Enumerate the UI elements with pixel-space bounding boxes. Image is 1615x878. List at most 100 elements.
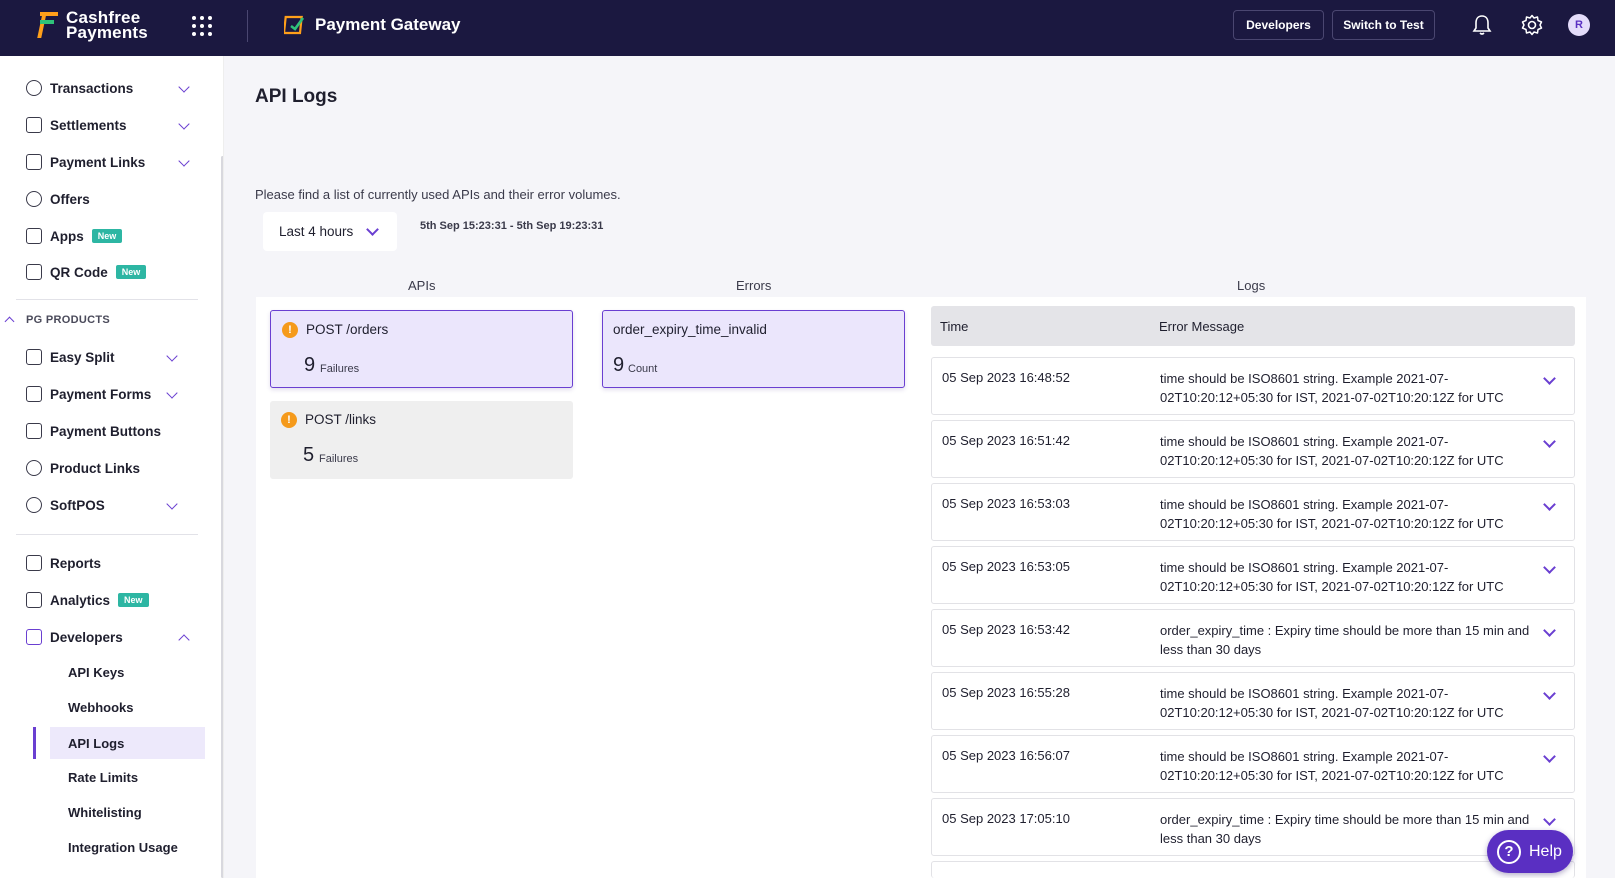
avatar[interactable]: R — [1568, 14, 1590, 36]
log-message: time should be ISO8601 string. Example 2… — [1160, 434, 1504, 468]
sidebar-subitem-integration-usage[interactable]: Integration Usage — [68, 833, 178, 861]
payment-buttons-icon — [26, 423, 42, 439]
sidebar-subitem-api-logs[interactable]: API Logs — [68, 729, 124, 757]
sidebar-item-offers[interactable]: Offers — [26, 185, 90, 213]
sidebar-item-reports[interactable]: Reports — [26, 549, 101, 577]
error-card-order-expiry-time-invalid[interactable]: order_expiry_time_invalid 9 Count — [602, 310, 905, 388]
chevron-down-icon[interactable] — [178, 81, 190, 93]
cashfree-logo-icon — [36, 10, 60, 40]
offers-icon — [26, 191, 42, 207]
easy-split-icon — [26, 349, 42, 365]
sidebar-item-transactions[interactable]: Transactions — [26, 74, 133, 102]
analytics-icon — [26, 592, 42, 608]
chevron-down-icon[interactable] — [178, 155, 190, 167]
payment-links-icon — [26, 154, 42, 170]
sidebar-item-softpos[interactable]: SoftPOS — [26, 491, 105, 519]
brand-line-2: Payments — [66, 23, 148, 42]
chevron-down-icon[interactable] — [166, 387, 178, 399]
log-message: order_expiry_time : Expiry time should b… — [1160, 812, 1530, 846]
developers-button[interactable]: Developers — [1233, 10, 1324, 40]
apps-grid-icon[interactable] — [192, 16, 212, 36]
switch-to-test-button[interactable]: Switch to Test — [1332, 10, 1435, 40]
sidebar-item-payment-buttons[interactable]: Payment Buttons — [26, 417, 161, 445]
chevron-down-icon[interactable] — [166, 350, 178, 362]
sidebar-subitem-rate-limits[interactable]: Rate Limits — [68, 763, 138, 791]
chevron-down-icon[interactable] — [1543, 372, 1556, 385]
chevron-down-icon[interactable] — [1543, 624, 1556, 637]
error-count: 9 — [613, 354, 625, 376]
gear-icon[interactable] — [1521, 14, 1543, 36]
sidebar-subitem-webhooks[interactable]: Webhooks — [68, 693, 134, 721]
page-title: API Logs — [255, 86, 338, 107]
log-row[interactable]: 05 Sep 2023 16:51:42 time should be ISO8… — [931, 420, 1575, 478]
sidebar-item-payment-forms[interactable]: Payment Forms — [26, 380, 151, 408]
warning-icon: ! — [282, 322, 298, 338]
product-switcher[interactable]: Payment Gateway — [284, 14, 461, 36]
reports-icon — [26, 555, 42, 571]
chevron-down-icon[interactable] — [1543, 687, 1556, 700]
log-row[interactable]: 05 Sep 2023 16:48:52 time should be ISO8… — [931, 357, 1575, 415]
sidebar-item-qr-code[interactable]: QR Code New — [26, 258, 147, 286]
sidebar-subitem-whitelisting[interactable]: Whitelisting — [68, 798, 142, 826]
log-row[interactable] — [931, 861, 1575, 878]
chevron-down-icon[interactable] — [1543, 435, 1556, 448]
sidebar-item-payment-links[interactable]: Payment Links — [26, 148, 145, 176]
help-icon: ? — [1497, 839, 1521, 864]
sidebar-item-easy-split[interactable]: Easy Split — [26, 343, 115, 371]
softpos-icon — [26, 497, 42, 513]
api-card-post-orders[interactable]: ! POST /orders 9 Failures — [270, 310, 573, 388]
chevron-down-icon[interactable] — [1543, 561, 1556, 574]
log-message: time should be ISO8601 string. Example 2… — [1160, 749, 1504, 783]
chevron-down-icon[interactable] — [166, 498, 178, 510]
cashfree-logo[interactable]: Cashfree Payments — [36, 9, 148, 42]
sidebar-item-label: Reports — [50, 555, 102, 571]
log-row[interactable]: 05 Sep 2023 16:56:07 time should be ISO8… — [931, 735, 1575, 793]
sidebar-item-label: Developers — [50, 629, 123, 645]
sidebar-item-analytics[interactable]: Analytics New — [26, 586, 149, 614]
log-time: 05 Sep 2023 16:55:28 — [942, 685, 1070, 700]
log-row[interactable]: 05 Sep 2023 17:05:10 order_expiry_time :… — [931, 798, 1575, 856]
sidebar-item-label: Offers — [50, 191, 90, 207]
log-row[interactable]: 05 Sep 2023 16:53:42 order_expiry_time :… — [931, 609, 1575, 667]
failure-unit: Failures — [319, 453, 359, 465]
logs-table-header: Time Error Message — [931, 306, 1575, 346]
sidebar-divider — [16, 534, 198, 535]
chevron-down-icon[interactable] — [178, 118, 190, 130]
sidebar-item-product-links[interactable]: Product Links — [26, 454, 140, 482]
section-heading-pg-products[interactable]: PG PRODUCTS — [26, 314, 110, 326]
sidebar-item-label: Easy Split — [50, 349, 115, 365]
failure-unit: Failures — [320, 363, 360, 375]
page-description: Please find a list of currently used API… — [255, 187, 621, 202]
api-card-post-links[interactable]: ! POST /links 5 Failures — [270, 401, 573, 479]
product-title: Payment Gateway — [315, 15, 461, 34]
chevron-down-icon[interactable] — [1543, 813, 1556, 826]
chevron-down-icon[interactable] — [1543, 750, 1556, 763]
help-label: Help — [1529, 842, 1562, 860]
logs-column-header: Logs — [1237, 278, 1266, 293]
chevron-down-icon[interactable] — [1543, 498, 1556, 511]
log-message: time should be ISO8601 string. Example 2… — [1160, 686, 1504, 720]
chevron-up-icon[interactable] — [178, 634, 190, 646]
help-button[interactable]: ? Help — [1487, 830, 1573, 873]
log-row[interactable]: 05 Sep 2023 16:53:03 time should be ISO8… — [931, 483, 1575, 541]
sidebar-item-label: Payment Links — [50, 154, 146, 170]
log-row[interactable]: 05 Sep 2023 16:55:28 time should be ISO8… — [931, 672, 1575, 730]
sidebar-item-settlements[interactable]: Settlements — [26, 111, 127, 139]
log-time: 05 Sep 2023 17:05:10 — [942, 811, 1070, 826]
time-range-select[interactable]: Last 4 hours — [263, 212, 397, 251]
log-row[interactable]: 05 Sep 2023 16:53:05 time should be ISO8… — [931, 546, 1575, 604]
sidebar-item-apps[interactable]: Apps New — [26, 222, 123, 250]
sidebar-item-label: Analytics — [50, 592, 111, 608]
chevron-up-icon[interactable] — [4, 316, 15, 327]
sidebar-item-label: SoftPOS — [50, 497, 105, 513]
sidebar-item-label: Payment Buttons — [50, 423, 162, 439]
sidebar-item-developers[interactable]: Developers — [26, 623, 123, 651]
failure-count: 9 — [304, 354, 316, 376]
bell-icon[interactable] — [1472, 14, 1492, 36]
new-badge: New — [115, 265, 147, 279]
sidebar: Transactions Settlements Payment Links O… — [0, 56, 224, 878]
sidebar-subitem-api-keys[interactable]: API Keys — [68, 658, 124, 686]
sidebar-scrollbar[interactable] — [221, 156, 223, 878]
brand-name: Cashfree Payments — [66, 9, 148, 42]
new-badge: New — [118, 593, 149, 607]
